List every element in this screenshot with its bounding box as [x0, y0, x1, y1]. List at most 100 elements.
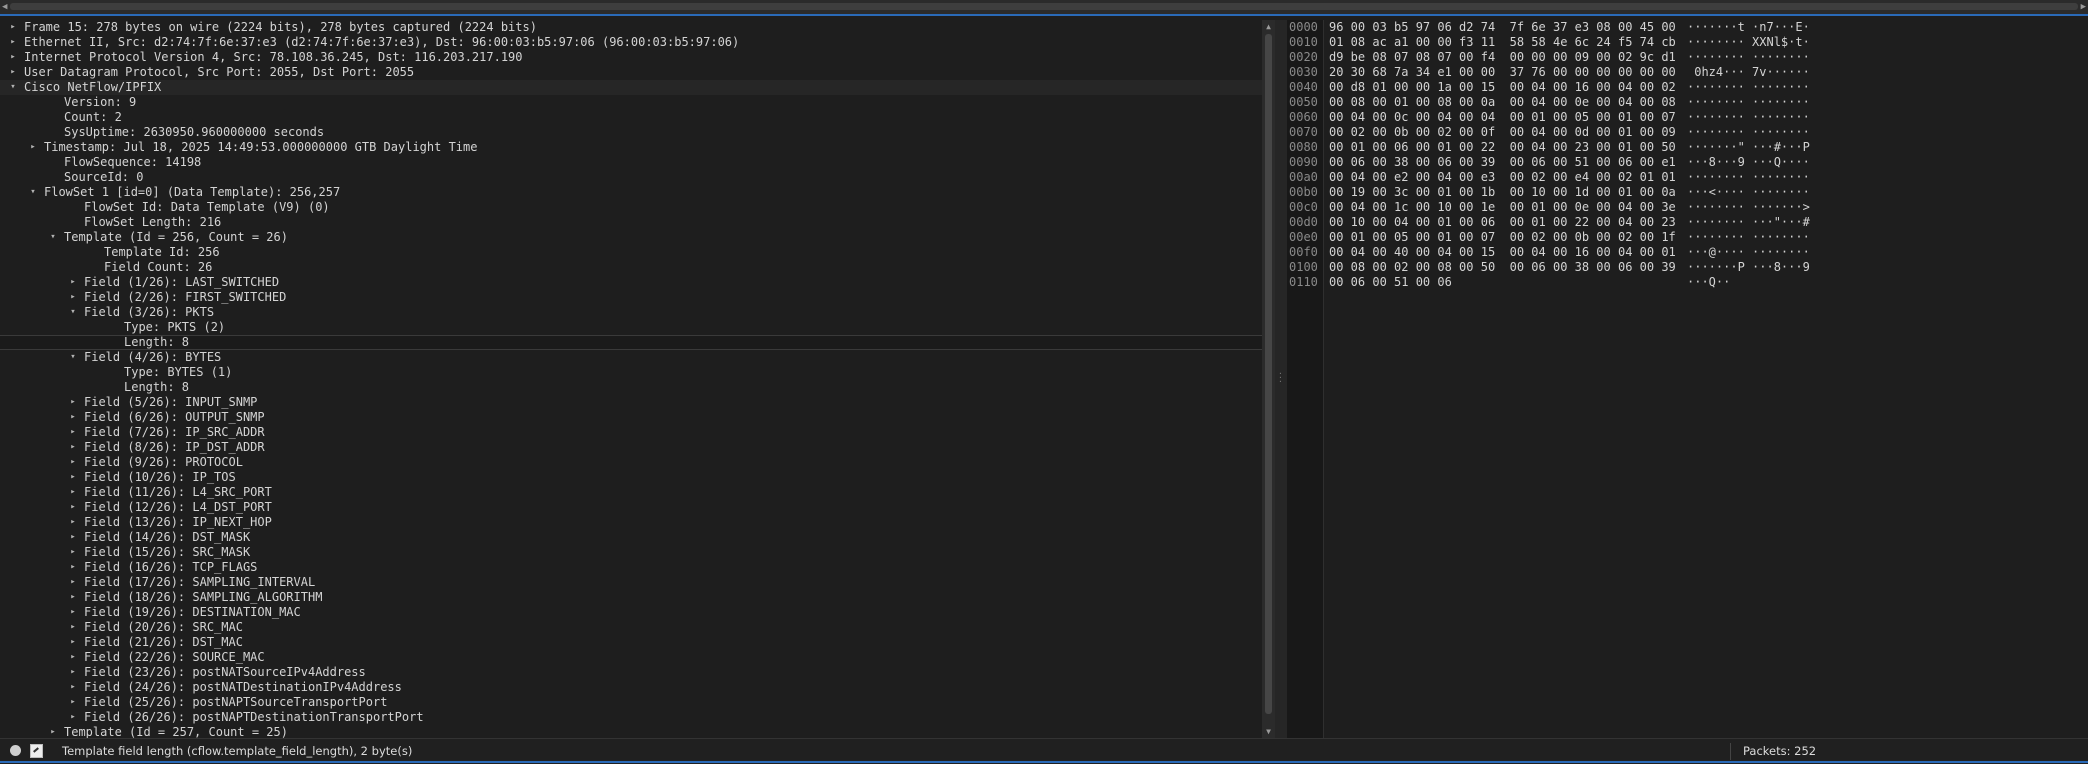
expanded-arrow-icon[interactable]: ▾	[48, 230, 58, 245]
tree-row[interactable]: ▸ Field (7/26): IP_SRC_ADDR	[0, 425, 1262, 440]
collapsed-arrow-icon[interactable]: ▸	[68, 395, 78, 410]
tree-row[interactable]: ▸ Field (14/26): DST_MASK	[0, 530, 1262, 545]
collapsed-arrow-icon[interactable]: ▸	[68, 515, 78, 530]
hex-bytes[interactable]: 00 08 00 01 00 08 00 0a 00 04 00 0e 00 0…	[1329, 95, 1676, 110]
tree-row[interactable]: ▾ FlowSet 1 [id=0] (Data Template): 256,2…	[0, 185, 1262, 200]
hex-ascii[interactable]: ········ ········	[1687, 95, 1810, 110]
tree-row[interactable]: ▸ Field (20/26): SRC_MAC	[0, 620, 1262, 635]
tree-row[interactable]: Type: PKTS (2)	[0, 320, 1262, 335]
expanded-arrow-icon[interactable]: ▾	[28, 185, 38, 200]
collapsed-arrow-icon[interactable]: ▸	[68, 425, 78, 440]
collapsed-arrow-icon[interactable]: ▸	[68, 410, 78, 425]
expanded-arrow-icon[interactable]: ▾	[68, 350, 78, 365]
collapsed-arrow-icon[interactable]: ▸	[8, 65, 18, 80]
tree-row[interactable]: ▾ Field (4/26): BYTES	[0, 350, 1262, 365]
tree-row[interactable]: ▸ Template (Id = 257, Count = 25)	[0, 725, 1262, 738]
tree-row[interactable]: ▸ Field (6/26): OUTPUT_SNMP	[0, 410, 1262, 425]
hex-ascii[interactable]: ········ ·······>	[1687, 200, 1810, 215]
tree-row[interactable]: ▸ Field (25/26): postNAPTSourceTransportP…	[0, 695, 1262, 710]
hex-ascii[interactable]: ···8···9 ···Q····	[1687, 155, 1810, 170]
tree-row[interactable]: FlowSet Length: 216	[0, 215, 1262, 230]
collapsed-arrow-icon[interactable]: ▸	[68, 590, 78, 605]
tree-row[interactable]: SysUptime: 2630950.960000000 seconds	[0, 125, 1262, 140]
collapsed-arrow-icon[interactable]: ▸	[68, 710, 78, 725]
tree-row[interactable]: ▸ Field (26/26): postNAPTDestinationTrans…	[0, 710, 1262, 725]
tree-row[interactable]: ▸ Field (24/26): postNATDestinationIPv4Ad…	[0, 680, 1262, 695]
packet-details-tree[interactable]: ▸ Frame 15: 278 bytes on wire (2224 bits)…	[0, 20, 1262, 738]
collapsed-arrow-icon[interactable]: ▸	[68, 545, 78, 560]
tree-row[interactable]: ▸ Field (11/26): L4_SRC_PORT	[0, 485, 1262, 500]
collapsed-arrow-icon[interactable]: ▸	[68, 695, 78, 710]
collapsed-arrow-icon[interactable]: ▸	[68, 455, 78, 470]
collapsed-arrow-icon[interactable]: ▸	[68, 665, 78, 680]
tree-row[interactable]: ▾ Template (Id = 256, Count = 26)	[0, 230, 1262, 245]
collapsed-arrow-icon[interactable]: ▸	[68, 500, 78, 515]
hex-ascii[interactable]: ········ ········	[1687, 80, 1810, 95]
hex-ascii[interactable]: ···@···· ········	[1687, 245, 1810, 260]
hex-bytes[interactable]: 00 01 00 06 00 01 00 22 00 04 00 23 00 0…	[1329, 140, 1676, 155]
tree-row[interactable]: ▸ Field (9/26): PROTOCOL	[0, 455, 1262, 470]
hex-ascii[interactable]: ·······t ·n7···E·	[1687, 20, 1810, 35]
hex-bytes[interactable]: 00 04 00 e2 00 04 00 e3 00 02 00 e4 00 0…	[1329, 170, 1676, 185]
collapsed-arrow-icon[interactable]: ▸	[8, 20, 18, 35]
tree-row[interactable]: ▸ Field (13/26): IP_NEXT_HOP	[0, 515, 1262, 530]
expanded-arrow-icon[interactable]: ▾	[8, 80, 18, 95]
tree-row[interactable]: Length: 8	[0, 335, 1262, 350]
scroll-left-icon[interactable]: ◀	[2, 1, 7, 13]
collapsed-arrow-icon[interactable]: ▸	[8, 50, 18, 65]
tree-row[interactable]: Template Id: 256	[0, 245, 1262, 260]
hex-bytes[interactable]: 96 00 03 b5 97 06 d2 74 7f 6e 37 e3 08 0…	[1329, 20, 1676, 35]
tree-row[interactable]: Field Count: 26	[0, 260, 1262, 275]
tree-row[interactable]: SourceId: 0	[0, 170, 1262, 185]
hex-bytes[interactable]: 00 10 00 04 00 01 00 06 00 01 00 22 00 0…	[1329, 215, 1676, 230]
tree-row[interactable]: ▾ Cisco NetFlow/IPFIX	[0, 80, 1262, 95]
tree-row[interactable]: FlowSequence: 14198	[0, 155, 1262, 170]
collapsed-arrow-icon[interactable]: ▸	[8, 35, 18, 50]
collapsed-arrow-icon[interactable]: ▸	[68, 635, 78, 650]
collapsed-arrow-icon[interactable]: ▸	[68, 485, 78, 500]
capture-comment-icon[interactable]	[30, 744, 43, 758]
hex-bytes[interactable]: 00 01 00 05 00 01 00 07 00 02 00 0b 00 0…	[1329, 230, 1676, 245]
hex-bytes[interactable]: 00 06 00 51 00 06	[1329, 275, 1452, 290]
expert-info-icon[interactable]	[10, 745, 21, 756]
hex-ascii[interactable]: ···Q··	[1687, 275, 1730, 290]
collapsed-arrow-icon[interactable]: ▸	[48, 725, 58, 738]
collapsed-arrow-icon[interactable]: ▸	[68, 440, 78, 455]
collapsed-arrow-icon[interactable]: ▸	[68, 275, 78, 290]
tree-row[interactable]: ▸ Field (8/26): IP_DST_ADDR	[0, 440, 1262, 455]
tree-row[interactable]: Count: 2	[0, 110, 1262, 125]
hex-bytes[interactable]: 00 04 00 0c 00 04 00 04 00 01 00 05 00 0…	[1329, 110, 1676, 125]
hex-bytes[interactable]: 00 d8 01 00 00 1a 00 15 00 04 00 16 00 0…	[1329, 80, 1676, 95]
tree-row[interactable]: ▸ Field (2/26): FIRST_SWITCHED	[0, 290, 1262, 305]
collapsed-arrow-icon[interactable]: ▸	[68, 560, 78, 575]
tree-row[interactable]: ▸ Field (10/26): IP_TOS	[0, 470, 1262, 485]
hex-bytes[interactable]: 00 06 00 38 00 06 00 39 00 06 00 51 00 0…	[1329, 155, 1676, 170]
tree-row[interactable]: ▾ Field (3/26): PKTS	[0, 305, 1262, 320]
tree-row[interactable]: ▸ User Datagram Protocol, Src Port: 2055,…	[0, 65, 1262, 80]
collapsed-arrow-icon[interactable]: ▸	[28, 140, 38, 155]
hex-bytes[interactable]: 20 30 68 7a 34 e1 00 00 37 76 00 00 00 0…	[1329, 65, 1676, 80]
collapsed-arrow-icon[interactable]: ▸	[68, 620, 78, 635]
scroll-down-icon[interactable]: ▼	[1262, 727, 1275, 736]
hex-ascii[interactable]: ·······P ···8···9	[1687, 260, 1810, 275]
scroll-right-icon[interactable]: ▶	[2081, 1, 2086, 13]
expanded-arrow-icon[interactable]: ▾	[68, 305, 78, 320]
hex-bytes[interactable]: 00 04 00 1c 00 10 00 1e 00 01 00 0e 00 0…	[1329, 200, 1676, 215]
hex-ascii[interactable]: ·······" ···#···P	[1687, 140, 1810, 155]
hex-ascii[interactable]: ········ XXNl$·t·	[1687, 35, 1810, 50]
top-horizontal-scrollbar[interactable]: ◀ ▶	[0, 0, 2088, 15]
tree-row[interactable]: ▸ Internet Protocol Version 4, Src: 78.10…	[0, 50, 1262, 65]
tree-row[interactable]: ▸ Field (23/26): postNATSourceIPv4Address	[0, 665, 1262, 680]
pane-splitter[interactable]: · · ·	[1275, 20, 1287, 738]
collapsed-arrow-icon[interactable]: ▸	[68, 605, 78, 620]
hex-ascii[interactable]: ········ ········	[1687, 110, 1810, 125]
hex-bytes[interactable]: 01 08 ac a1 00 00 f3 11 58 58 4e 6c 24 f…	[1329, 35, 1676, 50]
collapsed-arrow-icon[interactable]: ▸	[68, 470, 78, 485]
tree-row[interactable]: ▸ Field (17/26): SAMPLING_INTERVAL	[0, 575, 1262, 590]
tree-row[interactable]: FlowSet Id: Data Template (V9) (0)	[0, 200, 1262, 215]
hex-ascii[interactable]: ········ ········	[1687, 125, 1810, 140]
tree-row[interactable]: ▸ Field (19/26): DESTINATION_MAC	[0, 605, 1262, 620]
hex-ascii[interactable]: ········ ········	[1687, 50, 1810, 65]
tree-row[interactable]: Length: 8	[0, 380, 1262, 395]
hex-ascii[interactable]: ···<···· ········	[1687, 185, 1810, 200]
